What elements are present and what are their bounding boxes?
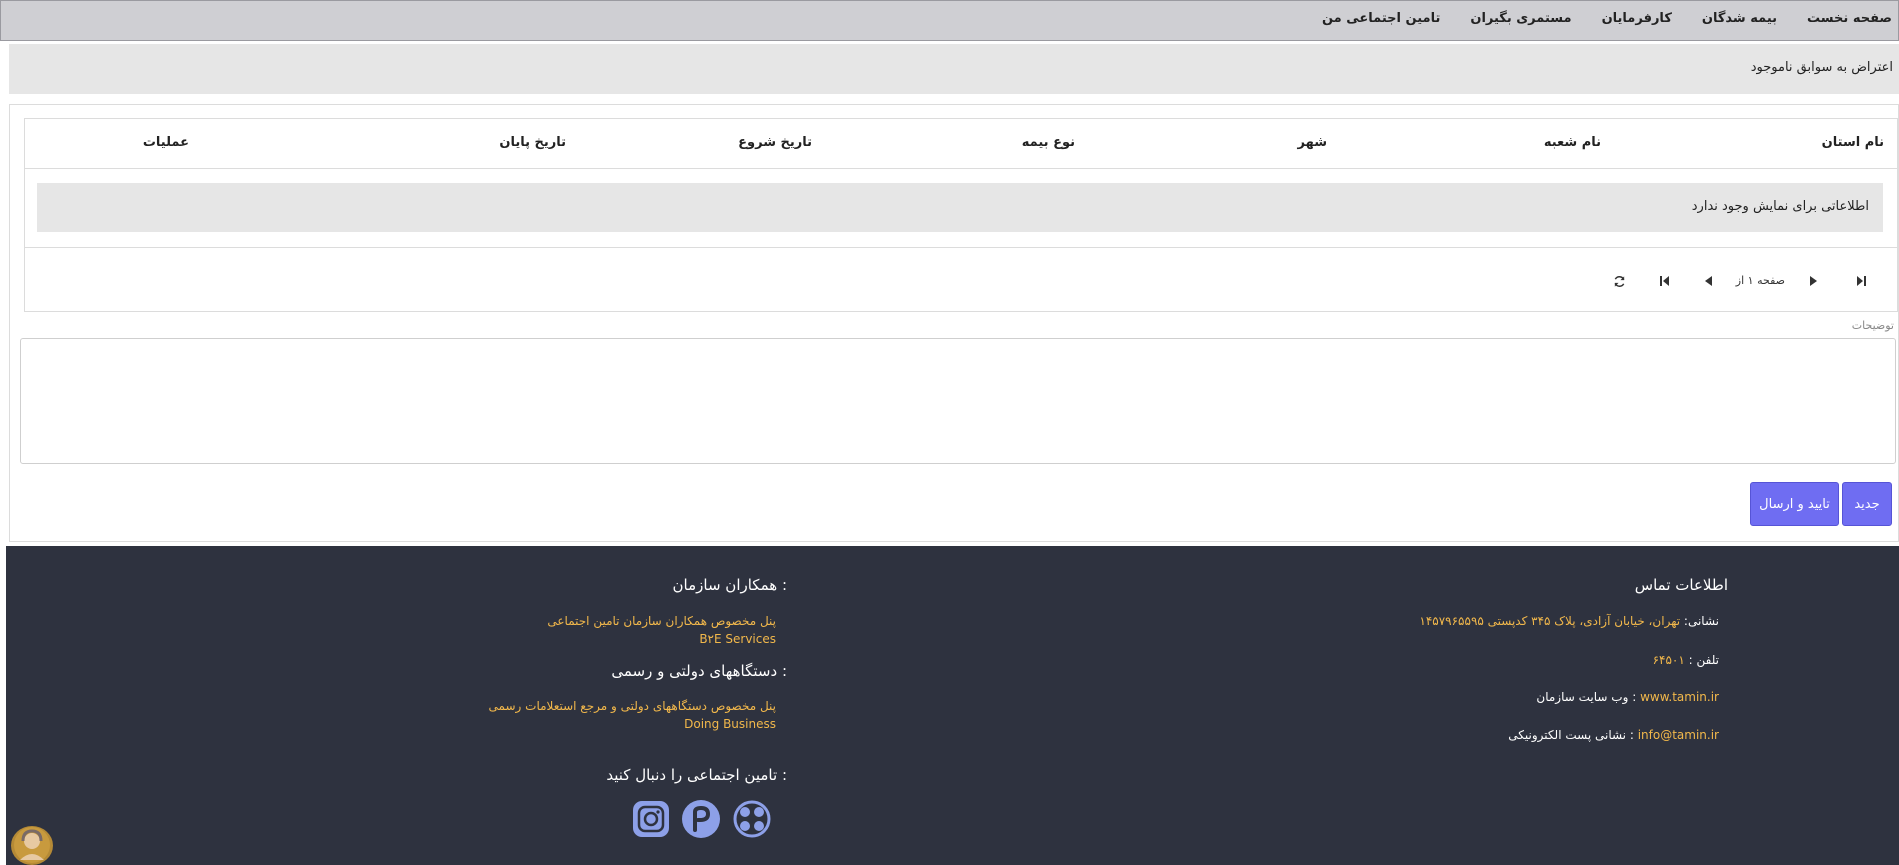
col-insurance-type[interactable]: نوع بیمه	[1022, 135, 1075, 150]
top-navbar: صفحه نخست بیمه شدگان کارفرمایان مستمری ب…	[0, 0, 1899, 41]
refresh-button[interactable]	[1611, 274, 1627, 288]
pager: صفحه ۱ از	[25, 247, 1897, 313]
col-start-date[interactable]: تاریخ شروع	[738, 135, 812, 150]
col-city[interactable]: شهر	[1298, 135, 1327, 150]
empty-message: اطلاعاتی برای نمایش وجود ندارد	[1691, 199, 1869, 214]
aparat-icon[interactable]	[732, 799, 772, 839]
nav-item-employers[interactable]: کارفرمایان	[1602, 11, 1672, 26]
new-button[interactable]: جدید	[1842, 482, 1892, 526]
website-line: وب سایت سازمان : www.tamin.ir	[1536, 690, 1719, 704]
main-panel: نام استان نام شعبه شهر نوع بیمه تاریخ شر…	[9, 104, 1899, 542]
partners-panel-link[interactable]: پنل مخصوص همکاران سازمان تامین اجتماعی	[547, 614, 776, 628]
page-title-bar: اعتراض به سوابق ناموجود	[9, 44, 1899, 94]
description-field[interactable]	[20, 338, 1896, 464]
contact-title: اطلاعات تماس	[1634, 576, 1728, 594]
nav-menu: صفحه نخست بیمه شدگان کارفرمایان مستمری ب…	[1322, 11, 1892, 26]
rubika-icon[interactable]	[681, 799, 721, 839]
nav-item-insured[interactable]: بیمه شدگان	[1702, 11, 1777, 26]
follow-title: تامین اجتماعی را دنبال کنید :	[606, 766, 787, 784]
page-indicator: صفحه ۱ از	[1735, 274, 1785, 287]
prev-page-icon	[1705, 276, 1712, 286]
col-province[interactable]: نام استان	[1822, 135, 1884, 150]
phone-line: تلفن : ۶۴۵۰۱	[1653, 653, 1719, 667]
col-operations[interactable]: عملیات	[143, 135, 189, 150]
next-page-button[interactable]	[1805, 274, 1821, 288]
prev-page-button[interactable]	[1701, 274, 1717, 288]
next-page-icon	[1810, 276, 1817, 286]
email-label: نشانی پست الکترونیکی :	[1508, 728, 1634, 742]
instagram-icon[interactable]	[631, 799, 671, 839]
phone-value: ۶۴۵۰۱	[1652, 653, 1685, 667]
support-avatar[interactable]	[11, 826, 53, 865]
nav-item-my-tamin[interactable]: تامین اجتماعی من	[1322, 11, 1440, 26]
address-value: تهران، خیابان آزادی، پلاک ۳۴۵ کدپستی ۱۴۵…	[1419, 614, 1681, 628]
website-label: وب سایت سازمان :	[1536, 690, 1637, 704]
page-title: اعتراض به سوابق ناموجود	[1750, 60, 1893, 75]
first-page-button[interactable]	[1657, 274, 1673, 288]
doing-business-link[interactable]: Doing Business	[684, 717, 776, 731]
email-line: نشانی پست الکترونیکی : info@tamin.ir	[1508, 728, 1719, 742]
submit-button[interactable]: تایید و ارسال	[1750, 482, 1839, 526]
last-page-icon	[1857, 276, 1866, 286]
col-end-date[interactable]: تاریخ پایان	[499, 135, 566, 150]
nav-item-pensioners[interactable]: مستمری بگیران	[1470, 11, 1571, 26]
col-branch[interactable]: نام شعبه	[1544, 135, 1601, 150]
gov-title: دستگاههای دولتی و رسمی :	[611, 662, 787, 680]
phone-label: تلفن :	[1688, 653, 1719, 667]
email-link[interactable]: info@tamin.ir	[1638, 728, 1719, 742]
address-line: نشانی: تهران، خیابان آزادی، پلاک ۳۴۵ کدپ…	[1419, 614, 1719, 628]
gov-panel-link[interactable]: پنل مخصوص دستگاههای دولتی و مرجع استعلام…	[489, 699, 776, 713]
address-label: نشانی:	[1683, 614, 1719, 628]
last-page-button[interactable]	[1853, 274, 1869, 288]
grid-header: نام استان نام شعبه شهر نوع بیمه تاریخ شر…	[25, 119, 1897, 169]
footer: اطلاعات تماس نشانی: تهران، خیابان آزادی،…	[6, 546, 1899, 865]
description-label: توضیحات	[1851, 319, 1894, 332]
first-page-icon	[1660, 276, 1669, 286]
refresh-icon	[1614, 275, 1624, 287]
website-link[interactable]: www.tamin.ir	[1640, 690, 1719, 704]
nav-item-home[interactable]: صفحه نخست	[1807, 11, 1892, 26]
records-grid: نام استان نام شعبه شهر نوع بیمه تاریخ شر…	[24, 118, 1898, 312]
partners-title: همکاران سازمان :	[672, 576, 787, 594]
b2e-services-link[interactable]: B۲E Services	[699, 632, 776, 646]
empty-message-row: اطلاعاتی برای نمایش وجود ندارد	[37, 183, 1883, 232]
